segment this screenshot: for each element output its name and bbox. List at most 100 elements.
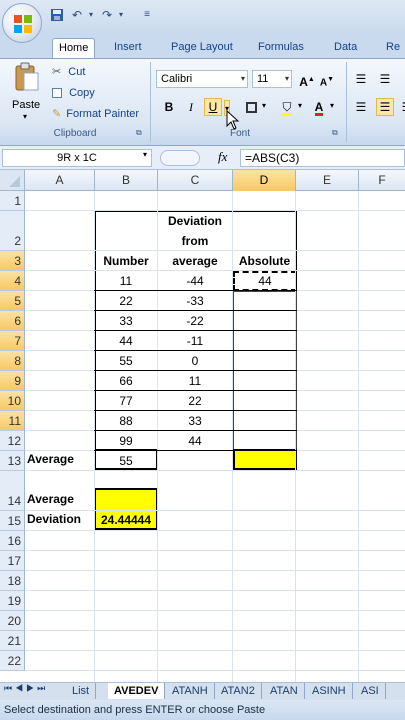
deviation-cell[interactable]: -22 [158,311,232,331]
sheet-tab-asinh[interactable]: ASINH [306,683,353,699]
chevron-down-icon[interactable]: ▾ [330,101,334,110]
undo-dropdown-icon[interactable]: ▾ [84,8,98,22]
row-header-13[interactable]: 13 [0,451,25,471]
row-header-15[interactable]: 15 [0,511,25,531]
chevron-down-icon[interactable]: ▾ [143,150,147,159]
deviation-cell[interactable]: -11 [158,331,232,351]
font-launcher-icon[interactable]: ⧉ [332,128,338,138]
column-header-c[interactable]: C [158,170,233,191]
borders-button[interactable] [242,98,260,116]
select-all-corner[interactable] [0,170,25,191]
customize-qat-icon[interactable]: ≡ [140,8,154,22]
fill-color-button[interactable]: ⛉ [278,98,296,116]
deviation-cell[interactable]: 44 [158,431,232,451]
redo-dropdown-icon[interactable]: ▾ [114,8,128,22]
column-header-e[interactable]: E [296,170,359,191]
number-cell[interactable]: 33 [95,311,157,331]
bold-button[interactable]: B [160,98,178,116]
font-size-combo[interactable]: 11 ▾ [252,70,292,88]
number-cell[interactable]: 44 [95,331,157,351]
number-cell[interactable]: 88 [95,411,157,431]
number-cell[interactable]: 66 [95,371,157,391]
save-icon[interactable] [50,8,64,22]
chevron-down-icon[interactable]: ▾ [298,101,302,110]
deviation-cell[interactable]: 11 [158,371,232,391]
font-color-button[interactable]: A [310,98,328,116]
cell-a12[interactable]: Average [27,449,74,469]
number-cell[interactable]: 22 [95,291,157,311]
tab-data[interactable]: Data [328,38,363,58]
align-left-icon[interactable]: ☰ [352,98,370,116]
cell-d3[interactable]: 44 [235,271,295,291]
sheet-tab-atan[interactable]: ATAN [264,683,305,699]
grow-font-icon[interactable]: A▲ [298,70,316,89]
row-header-1[interactable]: 1 [0,191,25,211]
copy-button[interactable]: Copy [52,84,95,102]
number-cell[interactable]: 55 [95,351,157,371]
align-top-icon[interactable]: ☰ [352,70,370,88]
sheet-tab-asi[interactable]: ASI [355,683,386,699]
font-name-combo[interactable]: Calibri ▾ [156,70,248,88]
sheet-nav-arrows-icon[interactable]: ⏮◀▶⏭ [4,683,48,694]
deviation-cell[interactable]: -44 [158,271,232,291]
align-right-icon[interactable]: ☰ [398,98,405,116]
office-button[interactable] [2,3,42,43]
row-header-22[interactable]: 22 [0,651,25,671]
tab-insert[interactable]: Insert [108,38,148,58]
format-painter-button[interactable]: ✎ Format Painter [52,105,139,123]
row-header-7[interactable]: 7 [0,331,25,351]
underline-button[interactable]: U [204,98,222,116]
undo-icon[interactable]: ↶ [70,8,84,22]
row-header-17[interactable]: 17 [0,551,25,571]
column-header-a[interactable]: A [25,170,95,191]
row-header-20[interactable]: 20 [0,611,25,631]
row-header-5[interactable]: 5 [0,291,25,311]
italic-button[interactable]: I [182,98,200,116]
chevron-down-icon[interactable]: ▾ [262,101,266,110]
deviation-cell[interactable]: -33 [158,291,232,311]
row-header-10[interactable]: 10 [0,391,25,411]
tab-page-layout[interactable]: Page Layout [165,38,239,58]
row-header-2[interactable]: 2 [0,211,25,251]
column-header-f[interactable]: F [359,170,405,191]
name-box[interactable]: 9R x 1C [2,149,152,167]
row-header-19[interactable]: 19 [0,591,25,611]
sheet-tab-avedev[interactable]: AVEDEV [108,683,166,699]
deviation-cell[interactable]: 33 [158,411,232,431]
shrink-font-icon[interactable]: A▼ [318,70,336,88]
row-header-9[interactable]: 9 [0,371,25,391]
cut-button[interactable]: ✂ Cut [52,63,85,81]
row-header-14[interactable]: 14 [0,471,25,511]
row-header-3[interactable]: 3 [0,251,25,271]
formula-expand-handle[interactable] [160,150,200,166]
cell-a14-line2[interactable]: Deviation [27,509,81,529]
row-header-16[interactable]: 16 [0,531,25,551]
row-header-6[interactable]: 6 [0,311,25,331]
number-cell[interactable]: 77 [95,391,157,411]
cell-d12[interactable] [233,449,297,470]
deviation-cell[interactable]: 22 [158,391,232,411]
sheet-tab-list[interactable]: List [66,683,97,699]
row-header-8[interactable]: 8 [0,351,25,371]
sheet-tab-atanh[interactable]: ATANH [166,683,215,699]
tab-review[interactable]: Re [380,38,405,58]
row-header-21[interactable]: 21 [0,631,25,651]
row-header-11[interactable]: 11 [0,411,25,431]
row-header-4[interactable]: 4 [0,271,25,291]
number-cell[interactable]: 11 [95,271,157,291]
clipboard-launcher-icon[interactable]: ⧉ [136,128,142,138]
align-center-icon[interactable]: ☰ [376,98,394,116]
insert-function-icon[interactable]: fx [218,149,227,165]
redo-icon[interactable]: ↷ [100,8,114,22]
sheet-tab-atan2[interactable]: ATAN2 [215,683,262,699]
cell-b14[interactable]: 24.44444 [94,488,158,530]
row-header-18[interactable]: 18 [0,571,25,591]
deviation-cell[interactable]: 0 [158,351,232,371]
cell-a14-line1[interactable]: Average [27,489,74,509]
tab-formulas[interactable]: Formulas [252,38,310,58]
cell-b12[interactable]: 55 [94,449,158,470]
align-middle-icon[interactable]: ☰ [376,70,394,88]
tab-home[interactable]: Home [52,38,96,58]
column-header-d[interactable]: D [233,170,296,191]
row-header-12[interactable]: 12 [0,431,25,451]
